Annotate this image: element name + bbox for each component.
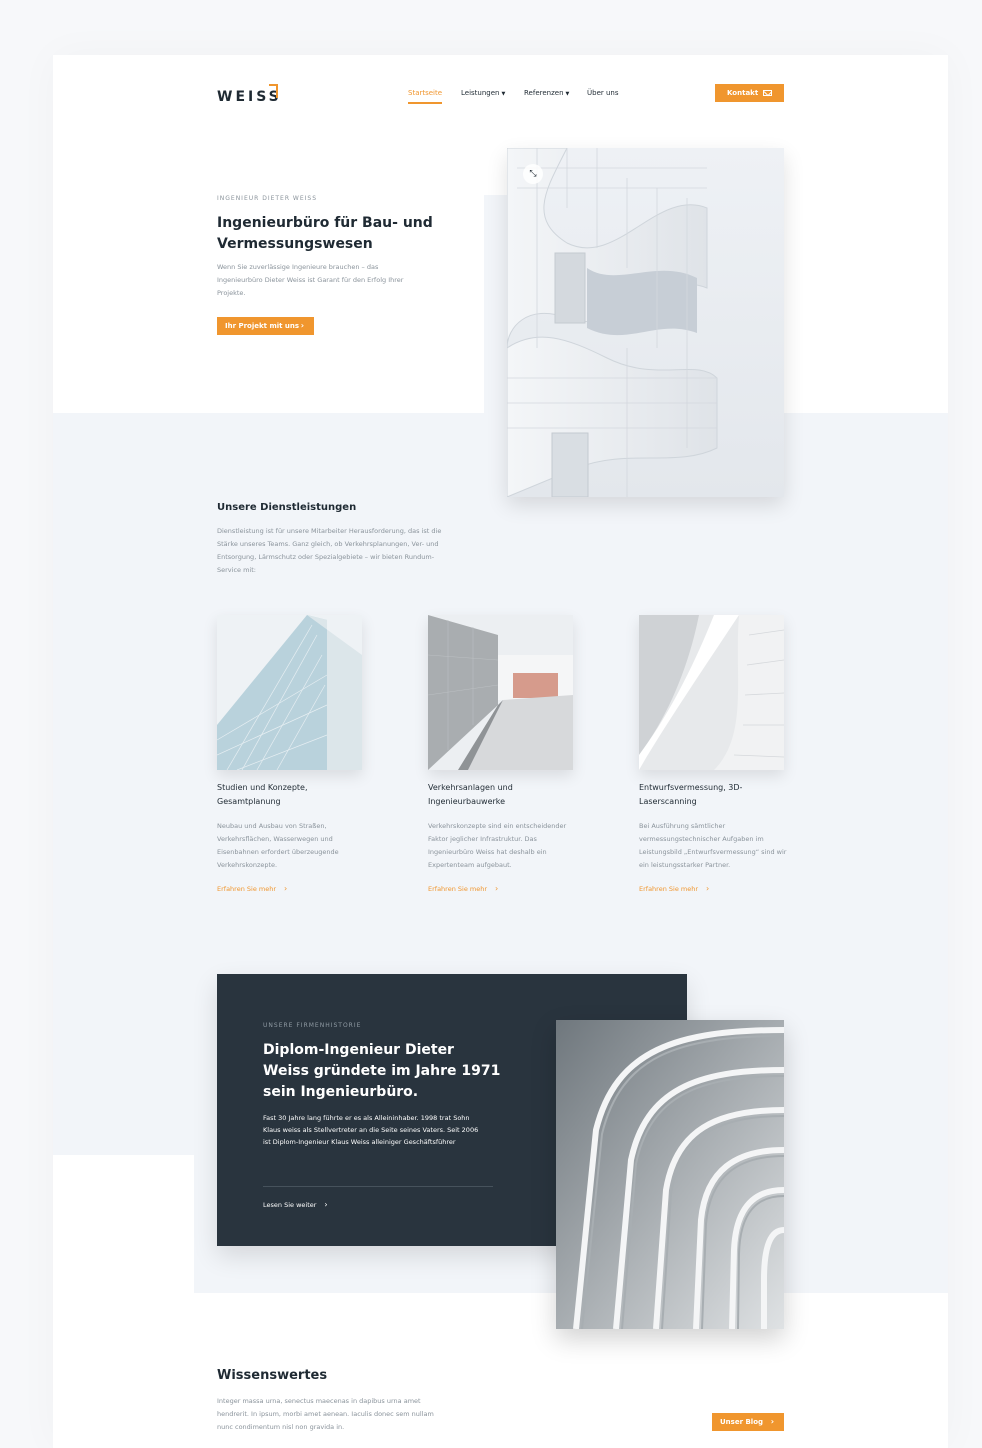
project-cta-label: Ihr Projekt mit uns xyxy=(225,322,300,330)
hero-eyebrow: INGENIEUR DIETER WEISS xyxy=(217,195,318,202)
service-card-link-label: Erfahren Sie mehr xyxy=(217,885,277,893)
project-cta-button[interactable]: Ihr Projekt mit uns › xyxy=(217,317,314,335)
nav-item-label: Leistungen xyxy=(461,89,500,97)
expand-icon[interactable]: ⤡ xyxy=(523,164,543,184)
blog-button[interactable]: Unser Blog › xyxy=(712,1413,784,1431)
services-text: Dienstleistung ist für unsere Mitarbeite… xyxy=(217,527,442,574)
service-card-link[interactable]: Erfahren Sie mehr › xyxy=(217,884,287,893)
contact-button[interactable]: Kontakt xyxy=(715,84,784,102)
spiral-staircase-illustration xyxy=(556,1020,784,1329)
history-text: Fast 30 Jahre lang führte er es als Alle… xyxy=(263,1114,479,1146)
read-more-link[interactable]: Lesen Sie weiter › xyxy=(263,1200,328,1209)
services-title: Unsere Dienstleistungen xyxy=(217,502,357,513)
service-card-image[interactable] xyxy=(217,615,362,770)
service-card-image[interactable] xyxy=(428,615,573,770)
service-card-text: Verkehrskonzepte sind ein entscheidender… xyxy=(428,822,567,869)
nav-item-referenzen[interactable]: Referenzen ▼ xyxy=(524,89,569,97)
blog-title: Wissenswertes xyxy=(217,1368,328,1383)
hero-image[interactable]: ⤡ xyxy=(507,148,784,497)
read-more-label: Lesen Sie weiter xyxy=(263,1201,317,1209)
service-card-link[interactable]: Erfahren Sie mehr › xyxy=(428,884,498,893)
service-card-image[interactable] xyxy=(639,615,784,770)
history-eyebrow: UNSERE FIRMENHISTORIE xyxy=(263,1022,362,1029)
history-divider xyxy=(263,1186,493,1187)
chevron-right-icon: › xyxy=(706,884,710,893)
nav-item-label: Referenzen xyxy=(524,89,564,97)
service-card-title: Entwurfsvermessung, 3D-Laserscanning xyxy=(639,783,743,806)
service-card-link-label: Erfahren Sie mehr xyxy=(428,885,488,893)
service-card-text: Neubau und Ausbau von Straßen, Verkehrsf… xyxy=(217,822,339,869)
blog-text: Integer massa urna, senectus maecenas in… xyxy=(217,1397,434,1431)
chevron-right-icon: › xyxy=(770,1417,774,1426)
curved-architecture-illustration xyxy=(639,615,784,770)
hero-title: Ingenieurbüro für Bau- und Vermessungswe… xyxy=(217,215,433,252)
service-card-text: Bei Ausführung sämtlicher vermessungstec… xyxy=(639,822,787,869)
blog-button-label: Unser Blog xyxy=(720,1418,764,1426)
nav-active-indicator xyxy=(408,102,442,104)
chevron-right-icon: › xyxy=(324,1200,328,1209)
service-card-link[interactable]: Erfahren Sie mehr › xyxy=(639,884,709,893)
service-card-link-label: Erfahren Sie mehr xyxy=(639,885,699,893)
concrete-walkway-illustration xyxy=(428,615,573,770)
history-title: Diplom-Ingenieur Dieter Weiss gründete i… xyxy=(263,1042,501,1100)
history-image[interactable] xyxy=(556,1020,784,1329)
caret-down-icon: ▼ xyxy=(501,91,506,97)
nav-item-startseite[interactable]: Startseite xyxy=(408,89,442,97)
nav-item-leistungen[interactable]: Leistungen ▼ xyxy=(461,89,505,97)
page-frame: WEISS Startseite Leistungen ▼ Referenzen ▼… xyxy=(53,55,948,1448)
contact-button-label: Kontakt xyxy=(727,89,759,97)
nav-item-ueber-uns[interactable]: Über uns xyxy=(587,89,619,97)
logo-corner-mark xyxy=(269,84,278,98)
nav-item-label: Startseite xyxy=(408,89,443,97)
glass-facade-illustration xyxy=(217,615,362,770)
chevron-right-icon: › xyxy=(300,321,304,330)
service-card-title: Verkehrsanlagen und Ingenieurbauwerke xyxy=(428,783,513,806)
hero-building-illustration xyxy=(507,148,784,497)
mail-icon xyxy=(763,90,772,96)
caret-down-icon: ▼ xyxy=(565,91,570,97)
chevron-right-icon: › xyxy=(495,884,499,893)
nav-item-label: Über uns xyxy=(587,89,619,97)
hero-text: Wenn Sie zuverlässige Ingenieure brauche… xyxy=(217,263,404,297)
chevron-right-icon: › xyxy=(284,884,288,893)
service-card-title: Studien und Konzepte, Gesamtplanung xyxy=(217,783,308,806)
